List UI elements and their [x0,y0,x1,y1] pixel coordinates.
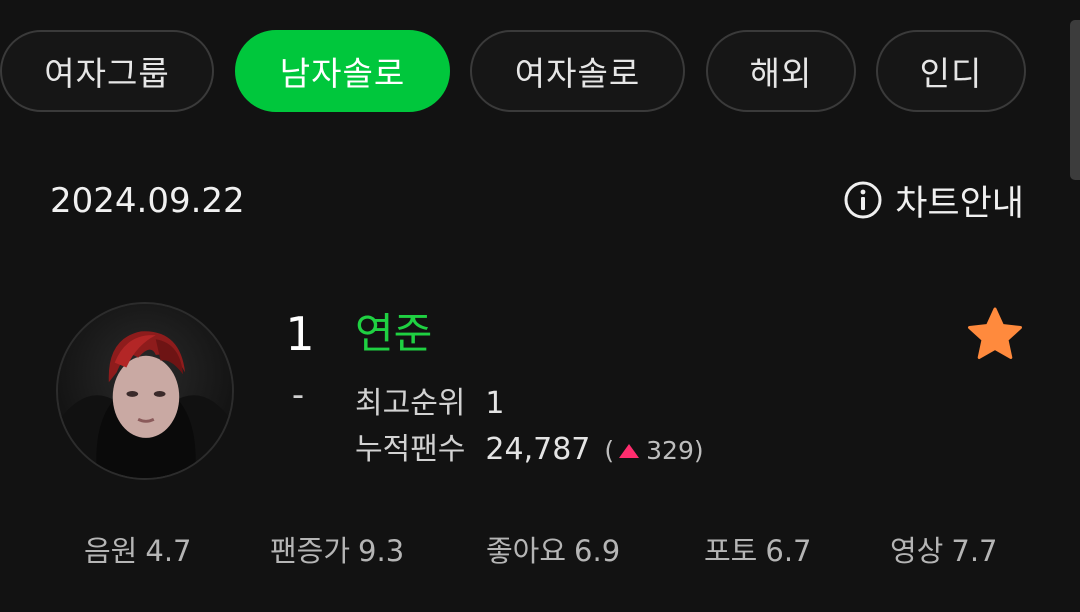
score-video: 영상 7.7 [890,528,998,570]
score-value: 7.7 [951,534,998,568]
best-rank-row: 최고순위 1 [355,378,505,422]
fans-delta-value: 329 [646,436,694,465]
score-value: 6.7 [765,534,812,568]
score-fan-growth: 팬증가 9.3 [270,528,404,570]
category-tabs: 여자그룹 남자솔로 여자솔로 해외 인디 [0,30,1060,112]
best-rank-value: 1 [485,386,505,421]
tab-overseas[interactable]: 해외 [706,30,856,112]
chart-guide-button[interactable]: 차트안내 [843,176,1024,224]
score-label: 팬증가 [270,534,351,568]
score-label: 좋아요 [486,534,567,568]
best-rank-label: 최고순위 [355,386,466,421]
up-arrow-icon [619,443,640,458]
fans-label: 누적팬수 [355,432,466,467]
score-label: 음원 [84,534,138,568]
tab-male-solo[interactable]: 남자솔로 [235,30,450,112]
tab-indie[interactable]: 인디 [876,30,1026,112]
star-icon[interactable] [966,306,1024,362]
tab-female-solo[interactable]: 여자솔로 [470,30,685,112]
score-label: 영상 [890,534,944,568]
score-breakdown: 음원 4.7 팬증가 9.3 좋아요 6.9 포토 6.7 영상 7.7 [0,528,1080,572]
score-value: 4.7 [145,534,192,568]
chart-date: 2024.09.22 [50,181,245,221]
fans-value: 24,787 [485,432,591,467]
score-photo: 포토 6.7 [704,528,812,570]
score-likes: 좋아요 6.9 [486,528,620,570]
rank-number: 1 [285,307,315,361]
score-audio: 음원 4.7 [84,528,192,570]
artist-avatar[interactable] [56,302,234,480]
score-value: 9.3 [358,534,405,568]
artist-photo [58,304,232,478]
info-icon [844,181,882,219]
fans-delta-close: ) [693,436,704,465]
scrollbar[interactable] [1070,20,1080,180]
fans-delta-open: ( [604,436,615,465]
score-value: 6.9 [574,534,621,568]
tab-female-group[interactable]: 여자그룹 [0,30,214,112]
artist-name[interactable]: 연준 [355,308,432,360]
fans-delta: ( 329 ) [604,436,703,465]
rank-change: - [291,375,305,415]
chart-guide-label: 차트안내 [895,183,1024,224]
score-label: 포토 [704,534,758,568]
fans-row: 누적팬수 24,787 ( 329 ) [355,424,704,468]
